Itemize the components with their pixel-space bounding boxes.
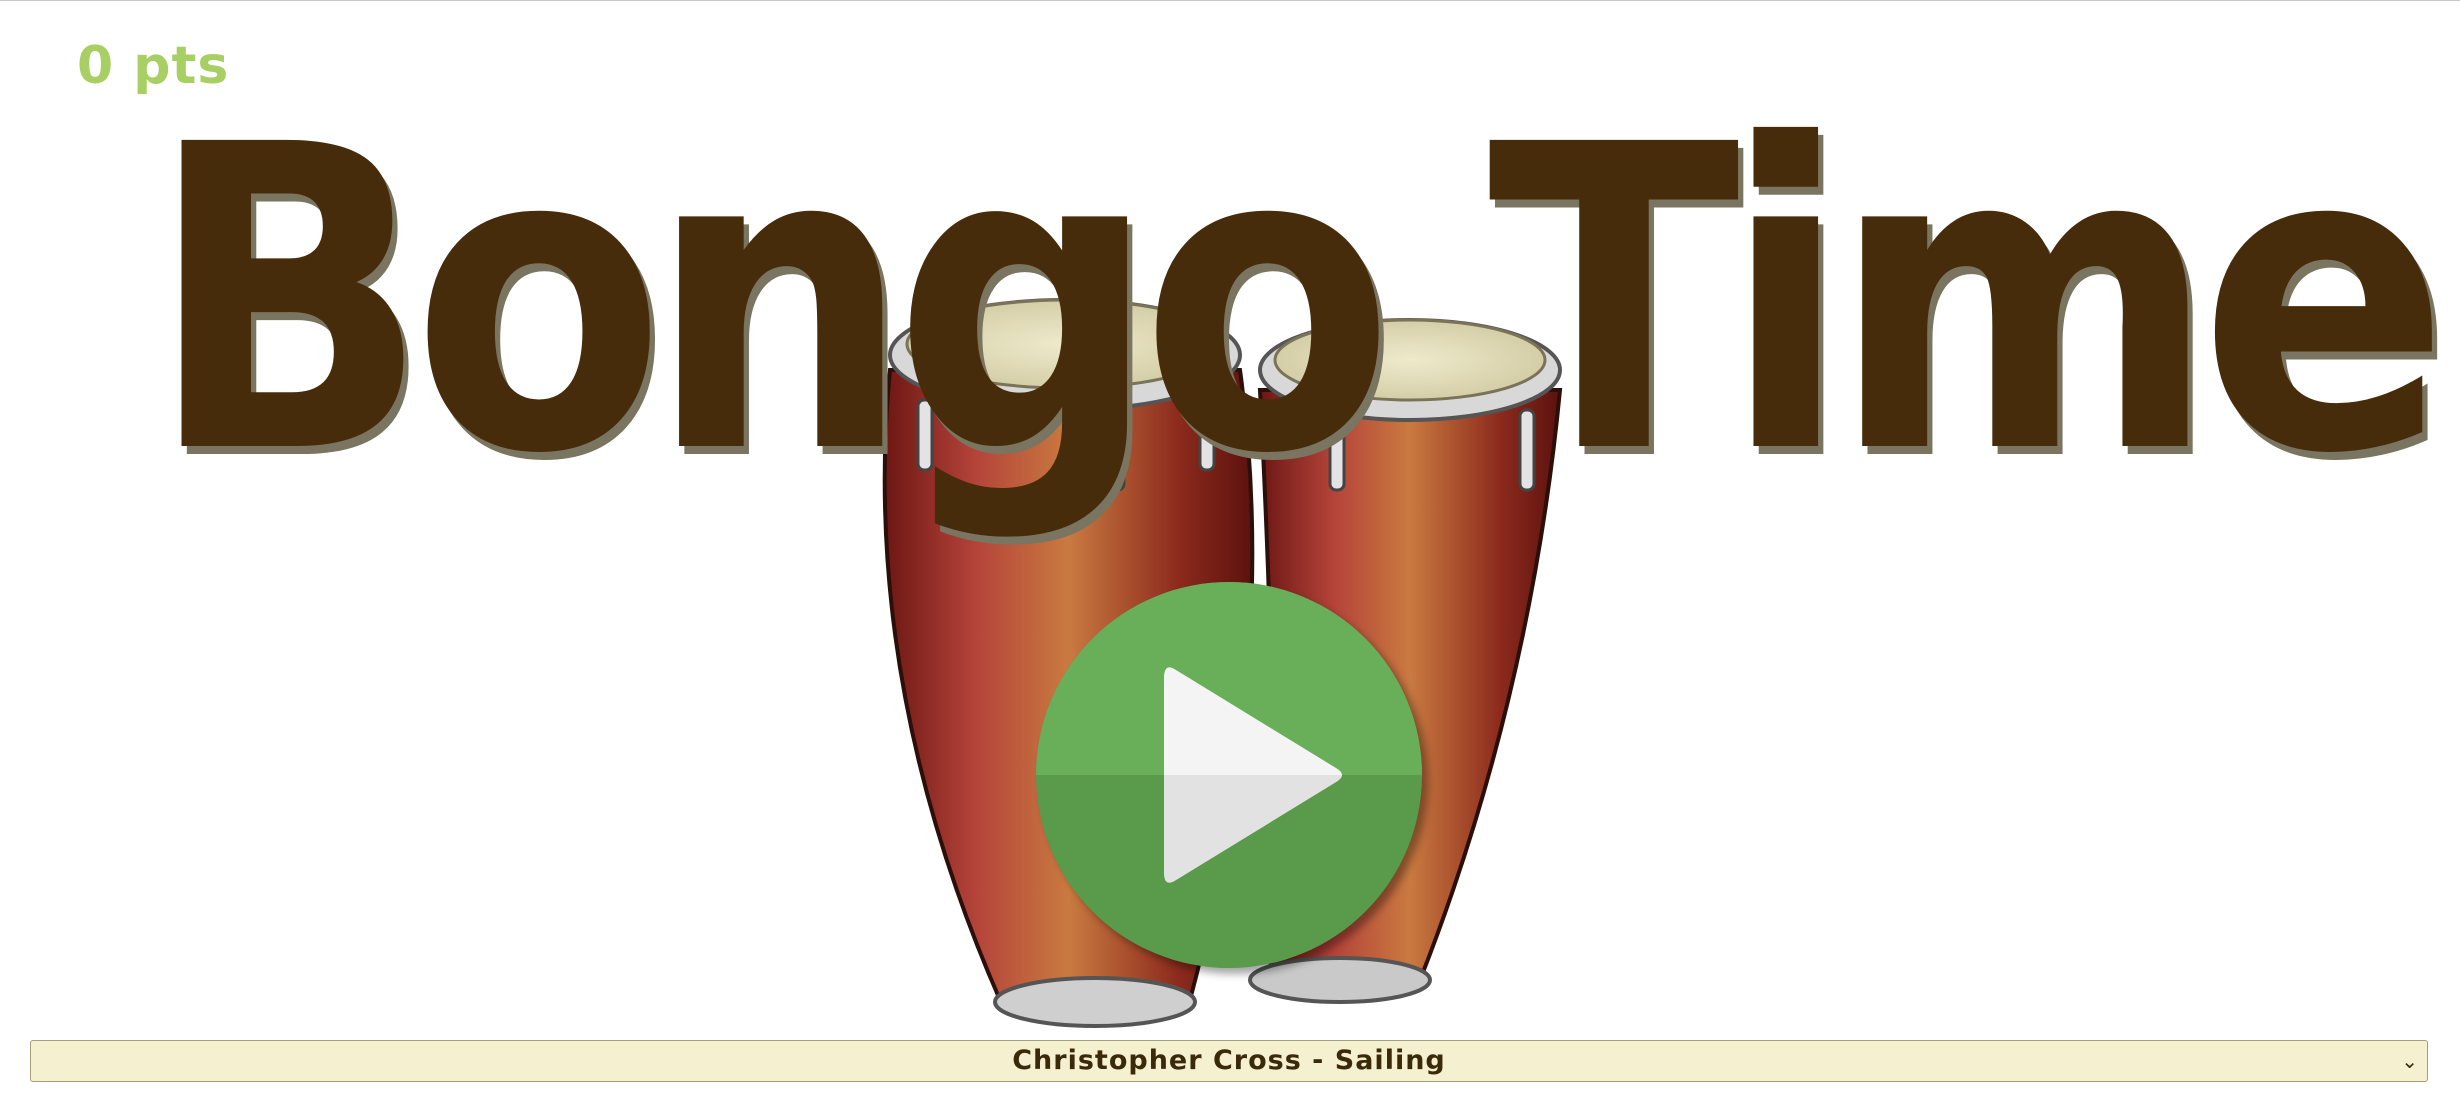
game-stage: Bongo Time 0 pts Christopher Cross - Sai… <box>0 0 2460 1105</box>
song-select-value: Christopher Cross - Sailing <box>1012 1045 1446 1076</box>
play-icon <box>1164 667 1342 883</box>
game-title: Bongo Time <box>147 57 2450 546</box>
score-display: 0 pts <box>77 36 230 96</box>
song-select[interactable]: Christopher Cross - Sailing ⌄ <box>30 1040 2428 1082</box>
play-button[interactable] <box>1036 582 1422 968</box>
chevron-down-icon: ⌄ <box>2401 1049 2419 1073</box>
